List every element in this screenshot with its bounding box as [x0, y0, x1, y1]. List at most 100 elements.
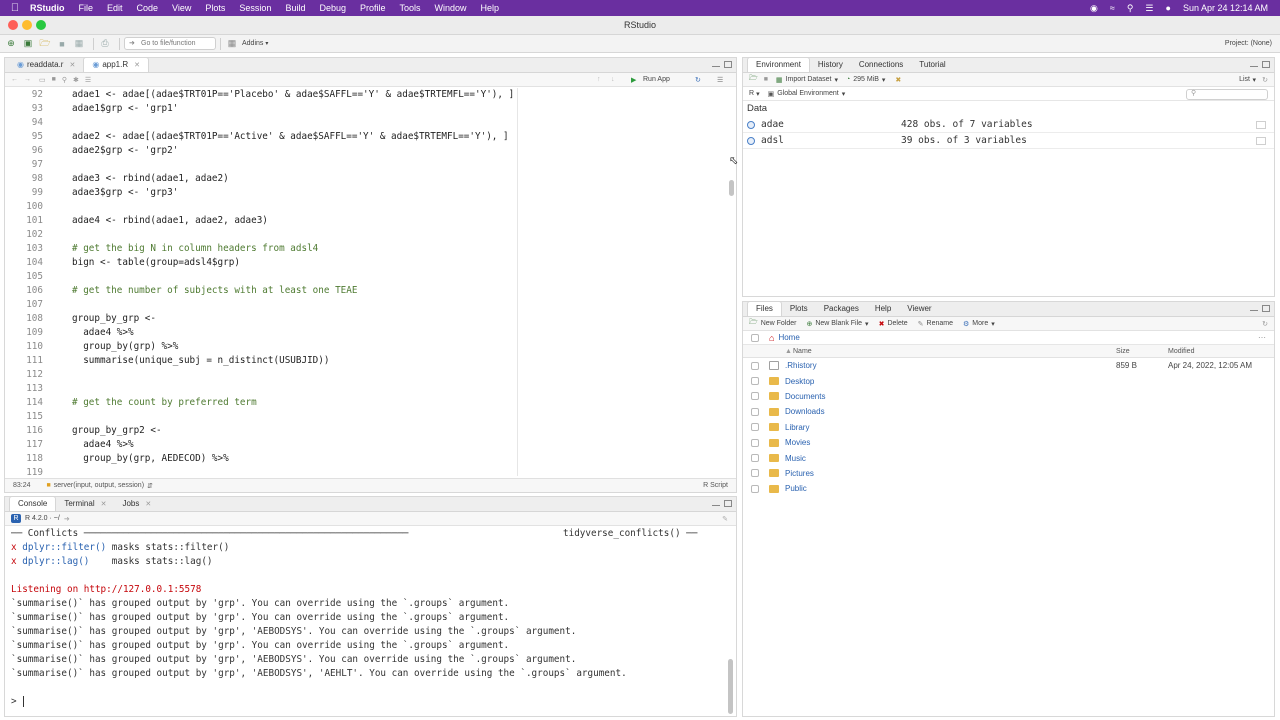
new-project-icon[interactable]: ▣ [21, 37, 35, 51]
minimize-pane-icon[interactable] [712, 61, 720, 67]
view-table-icon[interactable] [1256, 120, 1266, 129]
menu-code[interactable]: Code [137, 3, 159, 13]
back-arrow-icon[interactable]: ← [11, 76, 18, 83]
env-item-adsl[interactable]: adsl 39 obs. of 3 variables [743, 133, 1274, 149]
up-arrow-icon[interactable]: ↑ [597, 76, 601, 83]
tab-help[interactable]: Help [867, 302, 899, 316]
go-to-dir-icon[interactable]: ➜ [64, 515, 70, 523]
row-checkbox[interactable] [751, 392, 759, 401]
tab-app1[interactable]: ◉ app1.R ✕ [83, 57, 149, 72]
menu-profile[interactable]: Profile [360, 3, 386, 13]
toggle-icon[interactable]: ☰ [1145, 3, 1153, 14]
menu-debug[interactable]: Debug [319, 3, 346, 13]
file-row[interactable]: .Rhistory 859 B Apr 24, 2022, 12:05 AM [743, 358, 1274, 373]
save-file-icon[interactable]: ■ [52, 76, 56, 83]
tab-jobs[interactable]: Jobs ✕ [114, 497, 159, 511]
file-row[interactable]: Pictures [743, 466, 1274, 481]
minimize-pane-icon[interactable] [1250, 61, 1258, 67]
outline-icon[interactable]: ☰ [85, 76, 91, 84]
view-table-icon[interactable] [1256, 136, 1266, 145]
maximize-pane-icon[interactable] [724, 61, 732, 68]
menu-app-name[interactable]: RStudio [30, 3, 65, 13]
file-row[interactable]: Desktop [743, 373, 1274, 388]
addins-menu[interactable]: Addins [242, 40, 263, 47]
file-row[interactable]: Public [743, 481, 1274, 496]
maximize-pane-icon[interactable] [1262, 305, 1270, 312]
show-in-window-icon[interactable]: ▭ [39, 76, 46, 84]
menu-window[interactable]: Window [435, 3, 467, 13]
save-all-icon[interactable]: ▦ [72, 37, 86, 51]
row-checkbox[interactable] [751, 469, 759, 478]
load-workspace-icon[interactable]: 🗁 [749, 74, 758, 85]
forward-arrow-icon[interactable]: → [24, 76, 31, 83]
menu-file[interactable]: File [79, 3, 94, 13]
control-center-icon[interactable]: ◉ [1090, 3, 1098, 14]
project-menu[interactable]: Project: (None) [1225, 40, 1272, 47]
menu-session[interactable]: Session [239, 3, 271, 13]
code-area[interactable]: 92 adae1 <- adae[(adae$TRT01P=='Placebo' … [5, 88, 736, 476]
console-prompt[interactable]: > [5, 695, 736, 709]
tab-readdata[interactable]: ◉ readdata.r ✕ [9, 58, 83, 72]
console-scrollbar[interactable] [728, 659, 733, 714]
env-item-adae[interactable]: adae 428 obs. of 7 variables [743, 117, 1274, 133]
refresh-icon[interactable]: ↻ [1262, 76, 1268, 84]
tab-plots[interactable]: Plots [782, 302, 816, 316]
menu-view[interactable]: View [172, 3, 191, 13]
import-dataset-button[interactable]: Import Dataset [786, 76, 832, 83]
row-checkbox[interactable] [751, 361, 759, 370]
menu-tools[interactable]: Tools [400, 3, 421, 13]
clear-console-icon[interactable]: ✎ [722, 515, 728, 523]
file-row[interactable]: Movies [743, 435, 1274, 450]
outline-list-icon[interactable]: ☰ [717, 76, 723, 84]
function-navigator[interactable]: ■ server(input, output, session) ⇵ [47, 482, 153, 490]
menu-help[interactable]: Help [481, 3, 500, 13]
code-tools-icon[interactable]: ✱ [73, 76, 79, 84]
new-folder-button[interactable]: New Folder [761, 320, 797, 327]
run-app-button[interactable]: Run App [643, 76, 670, 83]
tab-connections[interactable]: Connections [851, 58, 911, 72]
grid-layout-icon[interactable]: ▦ [225, 37, 239, 51]
rename-button[interactable]: Rename [927, 320, 953, 327]
file-row[interactable]: Documents [743, 389, 1274, 404]
scope-select[interactable]: Global Environment [777, 90, 838, 97]
minimize-pane-icon[interactable] [1250, 305, 1258, 311]
down-arrow-icon[interactable]: ↓ [611, 76, 615, 83]
memory-usage[interactable]: 295 MiB [853, 76, 879, 83]
refresh-icon[interactable]: ↻ [1262, 320, 1268, 328]
row-checkbox[interactable] [751, 407, 759, 416]
menubar-clock[interactable]: Sun Apr 24 12:14 AM [1183, 3, 1268, 13]
close-tab-icon[interactable]: ✕ [145, 500, 151, 508]
tab-packages[interactable]: Packages [816, 302, 867, 316]
tab-tutorial[interactable]: Tutorial [911, 58, 953, 72]
wifi-icon[interactable]: ≈ [1110, 3, 1115, 13]
close-tab-icon[interactable]: ✕ [134, 61, 140, 69]
goto-file-input[interactable]: ➜ Go to file/function [124, 37, 216, 50]
new-blank-file-button[interactable]: New Blank File [815, 320, 862, 327]
refresh-icon[interactable]: ↻ [695, 76, 701, 84]
env-search-input[interactable]: ⚲ [1186, 89, 1268, 100]
more-path-icon[interactable]: ⋯ [1258, 333, 1266, 342]
vertical-scrollbar[interactable] [729, 180, 734, 196]
console-output[interactable]: ── Conflicts ───────────────────────────… [5, 527, 736, 716]
tab-files[interactable]: Files [747, 301, 782, 316]
open-file-icon[interactable]: 🗁 [38, 37, 52, 51]
siri-icon[interactable]: ● [1166, 3, 1171, 13]
select-all-checkbox[interactable] [751, 333, 759, 342]
broom-icon[interactable]: ✖ [895, 76, 901, 84]
tab-history[interactable]: History [810, 58, 851, 72]
close-tab-icon[interactable]: ✕ [101, 500, 107, 508]
tab-terminal[interactable]: Terminal ✕ [56, 497, 114, 511]
save-icon[interactable]: ■ [55, 37, 69, 51]
file-row[interactable]: Music [743, 450, 1274, 465]
row-checkbox[interactable] [751, 438, 759, 447]
spotlight-icon[interactable]: ⚲ [1127, 3, 1134, 14]
menu-edit[interactable]: Edit [107, 3, 123, 13]
row-checkbox[interactable] [751, 423, 759, 432]
more-button[interactable]: More [972, 320, 988, 327]
save-workspace-icon[interactable]: ■ [764, 76, 768, 83]
file-row[interactable]: Library [743, 420, 1274, 435]
menu-plots[interactable]: Plots [205, 3, 225, 13]
new-file-icon[interactable]: ⊕ [4, 37, 18, 51]
col-name[interactable]: Name [793, 348, 812, 355]
search-icon[interactable]: ⚲ [62, 76, 67, 84]
